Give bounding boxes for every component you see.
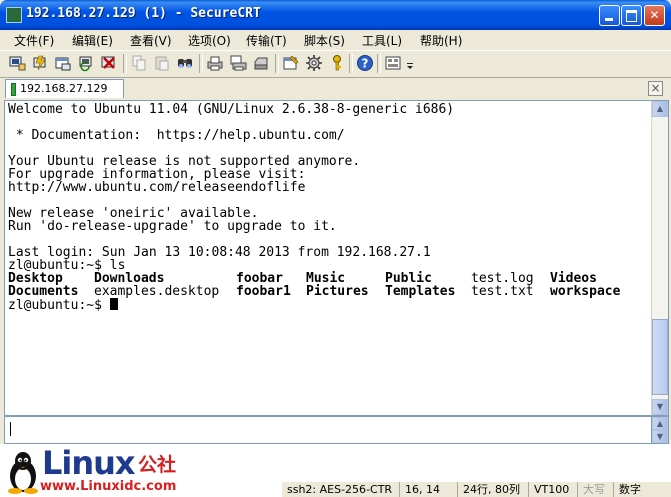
ls-entry: Documents — [8, 284, 79, 299]
terminal-cursor — [109, 298, 118, 310]
ls-entry: Pictures — [306, 284, 369, 299]
minimize-button[interactable] — [599, 5, 620, 26]
terminal-line: * Documentation: https://help.ubuntu.com… — [8, 128, 345, 143]
toolbar-separator — [275, 54, 279, 73]
toolbar-separator — [377, 54, 381, 73]
help-icon[interactable]: ? — [356, 54, 374, 72]
more-icon[interactable] — [405, 54, 415, 72]
session-options-icon[interactable] — [282, 54, 300, 72]
print-icon[interactable] — [206, 54, 224, 72]
find-icon[interactable] — [176, 54, 194, 72]
status-caps-lock: 大写 — [577, 482, 605, 497]
watermark-brand-suffix: 公社 — [138, 454, 177, 476]
input-scroll-up-button[interactable]: ▲ — [652, 417, 668, 430]
toolbar-separator — [349, 54, 353, 73]
status-cursor-position: 16, 14 — [399, 482, 440, 497]
ls-entry: workspace — [550, 284, 621, 299]
input-scroll-down-button[interactable]: ▼ — [652, 430, 668, 443]
arrow-down-icon: ▼ — [656, 432, 664, 441]
terminal-line: Welcome to Ubuntu 11.04 (GNU/Linux 2.6.3… — [8, 102, 455, 117]
toolbar-separator — [123, 54, 127, 73]
watermark-logo: Linux 公社 www.Linuxidc.com — [0, 444, 300, 497]
minimize-icon — [605, 18, 613, 21]
quick-connect-icon[interactable] — [31, 54, 49, 72]
reconnect-icon[interactable] — [77, 54, 95, 72]
tab-strip: 192.168.27.129 (1) × — [0, 78, 671, 113]
menu-view[interactable]: 查看(V) — [130, 32, 172, 49]
keymap-editor-icon[interactable] — [384, 54, 402, 72]
ls-output-row: Documents examples.desktop foobar1 Pictures… — [8, 285, 648, 298]
printer-icon[interactable] — [252, 54, 270, 72]
paste-icon[interactable] — [153, 54, 171, 72]
menu-script[interactable]: 脚本(S) — [304, 32, 345, 49]
tux-penguin-icon — [8, 452, 38, 494]
toolbar-separator — [199, 54, 203, 73]
watermark-site: www.Linuxidc.com — [40, 479, 177, 494]
ls-entry: test.txt — [471, 284, 534, 299]
ls-entry: examples.desktop — [94, 284, 220, 299]
svg-text:?: ? — [362, 57, 369, 71]
status-bar: ssh2: AES-256-CTR 16, 14 24行, 80列 VT100 … — [282, 482, 671, 497]
status-terminal-type: VT100 — [528, 482, 569, 497]
input-scrollbar[interactable]: ▲ ▼ — [651, 416, 669, 444]
key-map-icon[interactable] — [328, 54, 346, 72]
status-terminal-size: 24行, 80列 — [457, 482, 520, 497]
scroll-up-button[interactable]: ▲ — [652, 101, 668, 117]
menu-transfer[interactable]: 传输(T) — [246, 32, 287, 49]
prompt-text: zl@ubuntu:~$ — [8, 298, 110, 313]
ls-entry: Templates — [385, 284, 456, 299]
close-tab-button[interactable]: × — [648, 81, 663, 96]
connect-in-tab-icon[interactable] — [54, 54, 72, 72]
session-tab[interactable]: 192.168.27.129 (1) — [5, 79, 124, 113]
menu-tools[interactable]: 工具(L) — [362, 32, 402, 49]
maximize-icon — [626, 10, 637, 22]
watermark-brand: Linux — [42, 444, 136, 482]
terminal-line: Run 'do-release-upgrade' to upgrade to i… — [8, 219, 337, 234]
scroll-thumb[interactable] — [652, 319, 668, 395]
menu-edit[interactable]: 编辑(E) — [72, 32, 113, 49]
toolbar: ? — [0, 50, 671, 78]
copy-icon[interactable] — [130, 54, 148, 72]
ls-entry: foobar1 — [236, 284, 291, 299]
securecrt-app-icon[interactable] — [6, 7, 22, 23]
terminal-line: http://www.ubuntu.com/releaseendoflife — [8, 180, 306, 195]
connect-icon[interactable] — [8, 54, 26, 72]
print-selection-icon[interactable] — [229, 54, 247, 72]
terminal-scrollbar[interactable]: ▲ ▼ — [651, 100, 669, 416]
menu-bar: 文件(F) 编辑(E) 查看(V) 选项(O) 传输(T) 脚本(S) 工具(L… — [0, 30, 671, 49]
menu-file[interactable]: 文件(F) — [14, 32, 54, 49]
scroll-down-button[interactable]: ▼ — [652, 399, 668, 415]
maximize-button[interactable] — [621, 5, 642, 26]
terminal-output[interactable]: Welcome to Ubuntu 11.04 (GNU/Linux 2.6.3… — [4, 100, 652, 416]
session-status-icon — [11, 83, 16, 96]
command-input[interactable] — [4, 416, 653, 444]
close-icon: ✕ — [649, 8, 660, 22]
arrow-up-icon: ▲ — [656, 419, 664, 428]
title-bar: 192.168.27.129 (1) - SecureCRT ✕ — [0, 0, 671, 30]
status-num-lock: 数字 — [613, 482, 641, 497]
global-options-icon[interactable] — [305, 54, 323, 72]
close-tab-icon: × — [650, 81, 661, 95]
arrow-up-icon: ▲ — [656, 104, 664, 113]
shell-prompt: zl@ubuntu:~$ — [8, 298, 118, 312]
arrow-down-icon: ▼ — [656, 402, 664, 411]
menu-help[interactable]: 帮助(H) — [420, 32, 462, 49]
menu-options[interactable]: 选项(O) — [188, 32, 231, 49]
text-caret — [10, 422, 11, 436]
window-title: 192.168.27.129 (1) - SecureCRT — [26, 6, 261, 21]
close-window-button[interactable]: ✕ — [644, 5, 665, 26]
disconnect-icon[interactable] — [100, 54, 118, 72]
status-connection: ssh2: AES-256-CTR — [287, 483, 393, 496]
